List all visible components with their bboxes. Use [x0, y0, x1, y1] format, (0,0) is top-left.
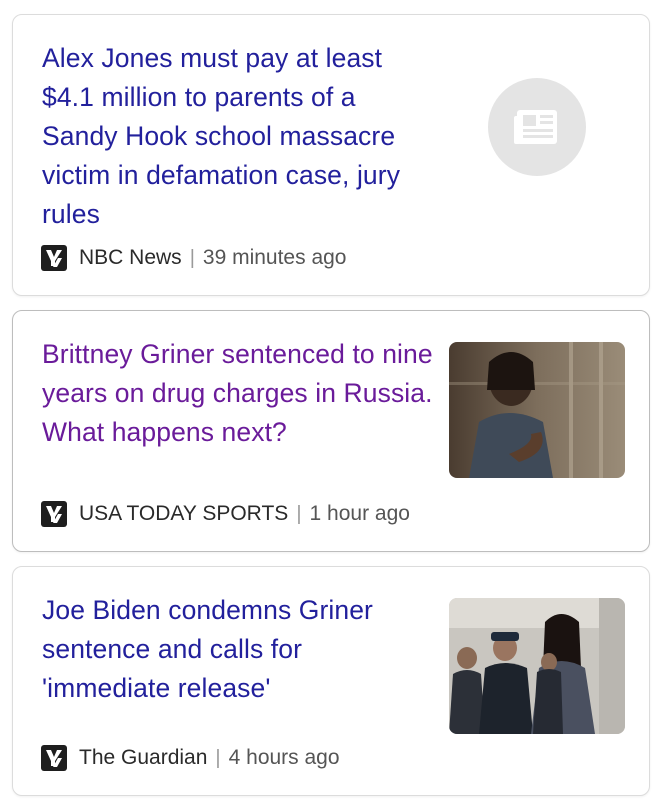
article-headline[interactable]: Brittney Griner sentenced to nine years …: [42, 335, 437, 452]
meta-separator: |: [215, 746, 221, 769]
article-meta: The Guardian | 4 hours ago: [41, 745, 340, 771]
article-time: 4 hours ago: [228, 746, 340, 769]
news-feed: Alex Jones must pay at least $4.1 millio…: [0, 0, 664, 800]
article-headline[interactable]: Joe Biden condemns Griner sentence and c…: [42, 591, 437, 708]
source-logo-icon: [41, 501, 67, 527]
article-meta: USA TODAY SPORTS | 1 hour ago: [41, 501, 410, 527]
newspaper-icon: [514, 110, 557, 144]
article-thumbnail[interactable]: [449, 342, 625, 478]
news-card[interactable]: Alex Jones must pay at least $4.1 millio…: [12, 14, 650, 296]
article-meta: NBC News | 39 minutes ago: [41, 245, 347, 271]
news-card[interactable]: Brittney Griner sentenced to nine years …: [12, 310, 650, 552]
article-time: 39 minutes ago: [202, 246, 347, 269]
source-name: USA TODAY SPORTS: [79, 502, 289, 525]
article-thumbnail[interactable]: [449, 598, 625, 734]
thumbnail-placeholder: [488, 78, 586, 176]
source-name: The Guardian: [79, 746, 208, 769]
meta-separator: |: [296, 502, 302, 525]
source-name: NBC News: [79, 246, 182, 269]
meta-separator: |: [189, 246, 195, 269]
article-time: 1 hour ago: [309, 502, 410, 525]
news-card[interactable]: Joe Biden condemns Griner sentence and c…: [12, 566, 650, 796]
source-logo-icon: [41, 245, 67, 271]
article-headline[interactable]: Alex Jones must pay at least $4.1 millio…: [42, 39, 432, 234]
source-logo-icon: [41, 745, 67, 771]
